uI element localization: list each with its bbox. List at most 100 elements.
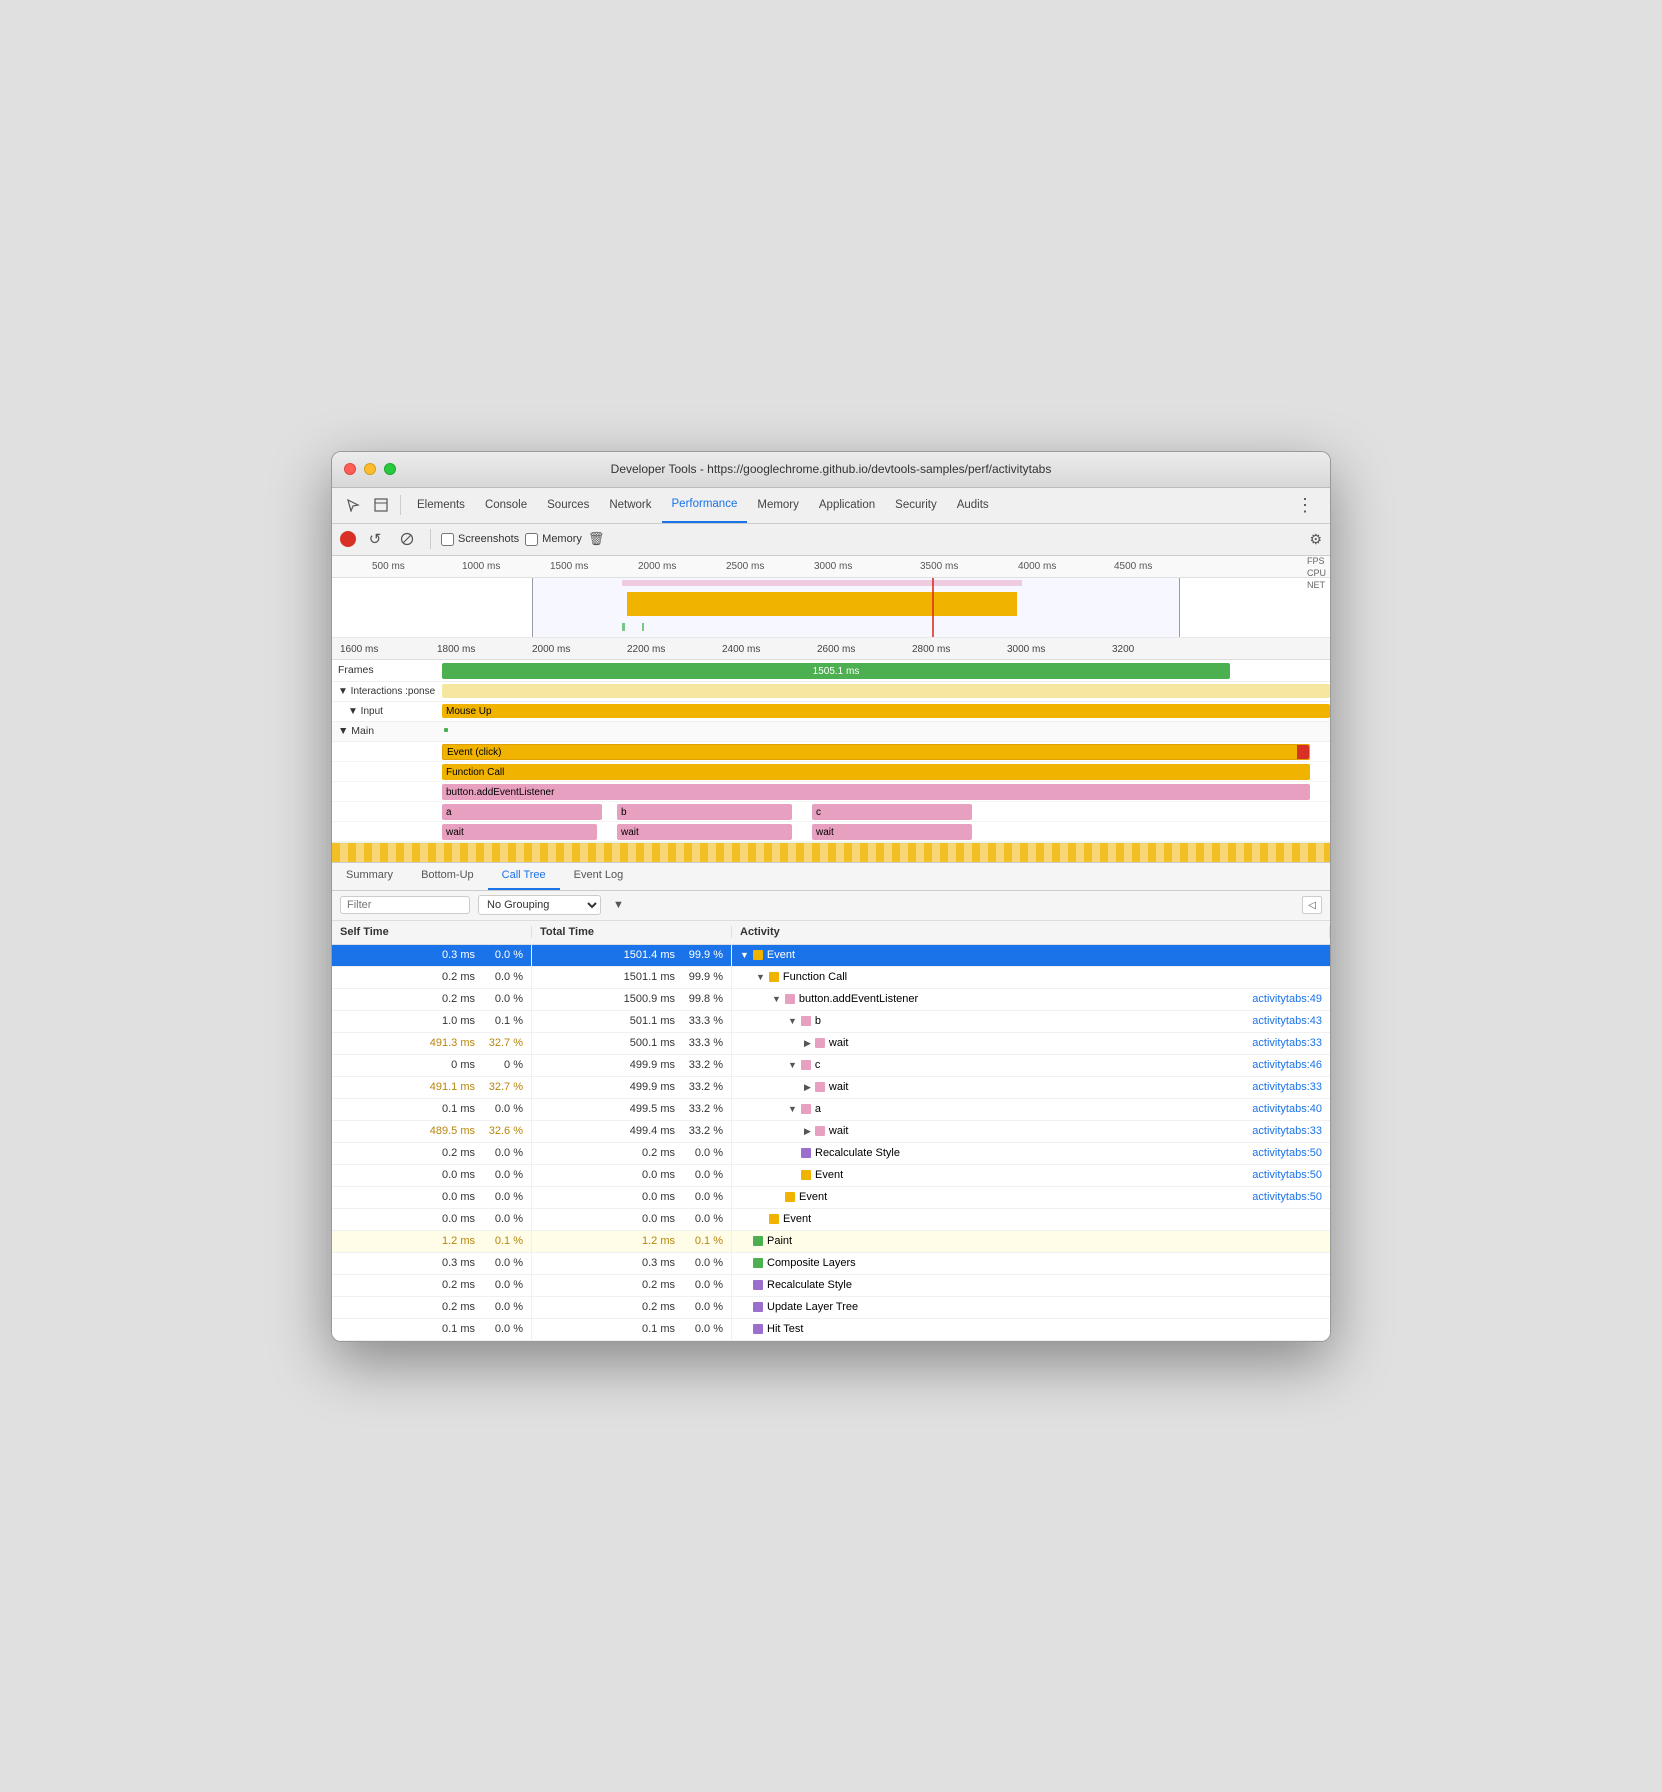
tab-network[interactable]: Network — [599, 487, 661, 523]
collapse-button[interactable]: ◁ — [1302, 896, 1322, 914]
r2-2800: 2800 ms — [912, 644, 950, 655]
table-header: Self Time Total Time Activity — [332, 921, 1330, 945]
tab-sources[interactable]: Sources — [537, 487, 599, 523]
expand-icon[interactable]: ▶ — [804, 1038, 811, 1049]
activity-link[interactable]: activitytabs:50 — [1252, 1191, 1322, 1203]
total-time-cell: 1500.9 ms99.8 % — [532, 989, 732, 1010]
maximize-button[interactable] — [384, 463, 396, 475]
table-row[interactable]: 1.0 ms0.1 % 501.1 ms33.3 % ▼ b activityt… — [332, 1011, 1330, 1033]
panel-icon[interactable] — [368, 492, 394, 518]
frame-marker — [932, 578, 934, 637]
tab-security[interactable]: Security — [885, 487, 947, 523]
minimize-button[interactable] — [364, 463, 376, 475]
self-time-cell: 0.3 ms 0.0 % — [332, 945, 532, 966]
settings-icon[interactable]: ⚙ — [1309, 531, 1322, 548]
activity-name: wait — [829, 1081, 849, 1093]
refresh-button[interactable]: ↺ — [362, 526, 388, 552]
table-row[interactable]: 0.0 ms0.0 % 0.0 ms0.0 % Event — [332, 1209, 1330, 1231]
table-row[interactable]: 0.2 ms0.0 % 0.2 ms0.0 % Update Layer Tre… — [332, 1297, 1330, 1319]
activity-cell: ▶ wait activitytabs:33 — [732, 1033, 1330, 1054]
activity-link[interactable]: activitytabs:33 — [1252, 1081, 1322, 1093]
expand-icon[interactable]: ▼ — [788, 1016, 797, 1026]
grouping-select[interactable]: No Grouping Group by Category Group by D… — [478, 895, 601, 915]
interactions-label: ▼ Interactions :ponse — [332, 686, 442, 697]
activity-cell: ▼ Event — [732, 945, 1330, 966]
tab-console[interactable]: Console — [475, 487, 537, 523]
table-row[interactable]: 0.2 ms0.0 % 1500.9 ms99.8 % ▼ button.add… — [332, 989, 1330, 1011]
tab-memory[interactable]: Memory — [747, 487, 809, 523]
table-row[interactable]: 0.2 ms0.0 % 1501.1 ms99.9 % ▼ Function C… — [332, 967, 1330, 989]
activity-name: c — [815, 1059, 821, 1071]
table-row[interactable]: 489.5 ms32.6 % 499.4 ms33.2 % ▶ wait act… — [332, 1121, 1330, 1143]
tab-application[interactable]: Application — [809, 487, 885, 523]
self-time-cell: 0.2 ms0.0 % — [332, 989, 532, 1010]
tab-audits[interactable]: Audits — [947, 487, 999, 523]
total-time-cell: 0.3 ms0.0 % — [532, 1253, 732, 1274]
tab-performance[interactable]: Performance — [662, 487, 748, 523]
r2-3000: 3000 ms — [1007, 644, 1045, 655]
activity-cell: ▼ b activitytabs:43 — [732, 1011, 1330, 1032]
activity-link[interactable]: activitytabs:46 — [1252, 1059, 1322, 1071]
activity-link[interactable]: activitytabs:49 — [1252, 993, 1322, 1005]
activity-link[interactable]: activitytabs:50 — [1252, 1169, 1322, 1181]
clear-button[interactable]: 🗑 — [588, 531, 605, 547]
activity-cell: ▼ a activitytabs:40 — [732, 1099, 1330, 1120]
activity-link[interactable]: activitytabs:33 — [1252, 1037, 1322, 1049]
table-row[interactable]: 0.1 ms0.0 % 0.1 ms0.0 % Hit Test — [332, 1319, 1330, 1341]
expand-icon[interactable]: ▼ — [788, 1104, 797, 1114]
long-task-marker — [1297, 745, 1309, 759]
close-button[interactable] — [344, 463, 356, 475]
activity-name: Event — [783, 1213, 811, 1225]
net-bar-2 — [642, 623, 644, 631]
more-tabs-icon[interactable]: ⋮ — [1288, 495, 1322, 516]
self-time-cell: 0.2 ms0.0 % — [332, 967, 532, 988]
activity-link[interactable]: activitytabs:40 — [1252, 1103, 1322, 1115]
activity-link[interactable]: activitytabs:33 — [1252, 1125, 1322, 1137]
self-time-cell: 0.3 ms0.0 % — [332, 1253, 532, 1274]
activity-link[interactable]: activitytabs:50 — [1252, 1147, 1322, 1159]
table-row[interactable]: 0.1 ms0.0 % 499.5 ms33.2 % ▼ a activityt… — [332, 1099, 1330, 1121]
activity-cell: Hit Test — [732, 1319, 1330, 1340]
activity-cell: Recalculate Style activitytabs:50 — [732, 1143, 1330, 1164]
expand-icon[interactable]: ▶ — [804, 1082, 811, 1093]
activity-name: Recalculate Style — [767, 1279, 852, 1291]
grouping-arrow: ▼ — [609, 899, 628, 911]
wait-a-bar: wait — [442, 824, 597, 840]
expand-icon[interactable]: ▶ — [804, 1126, 811, 1137]
table-row[interactable]: 0.3 ms 0.0 % 1501.4 ms 99.9 % ▼ Event — [332, 945, 1330, 967]
mini-chart[interactable] — [332, 578, 1330, 638]
tab-summary[interactable]: Summary — [332, 862, 407, 890]
table-row[interactable]: 0.2 ms0.0 % 0.2 ms0.0 % Recalculate Styl… — [332, 1143, 1330, 1165]
screenshots-checkbox[interactable]: Screenshots — [441, 533, 519, 546]
memory-checkbox[interactable]: Memory — [525, 533, 582, 546]
stop-button[interactable] — [394, 526, 420, 552]
bottom-tabs: Summary Bottom-Up Call Tree Event Log — [332, 863, 1330, 891]
table-row[interactable]: 0.3 ms0.0 % 0.3 ms0.0 % Composite Layers — [332, 1253, 1330, 1275]
tab-call-tree[interactable]: Call Tree — [488, 862, 560, 890]
expand-icon[interactable]: ▼ — [740, 950, 749, 960]
expand-icon[interactable]: ▼ — [772, 994, 781, 1004]
record-button[interactable] — [340, 531, 356, 547]
activity-link[interactable]: activitytabs:43 — [1252, 1015, 1322, 1027]
activity-cell: ▼ c activitytabs:46 — [732, 1055, 1330, 1076]
table-row[interactable]: 1.2 ms0.1 % 1.2 ms0.1 % Paint — [332, 1231, 1330, 1253]
r2-2400: 2400 ms — [722, 644, 760, 655]
filter-input[interactable] — [340, 896, 470, 914]
tab-elements[interactable]: Elements — [407, 487, 475, 523]
table-row[interactable]: 491.3 ms32.7 % 500.1 ms33.3 % ▶ wait act… — [332, 1033, 1330, 1055]
yellow-striped-bar — [332, 842, 1330, 862]
activity-cell: ▶ wait activitytabs:33 — [732, 1077, 1330, 1098]
function-call-row: . Function Call — [332, 762, 1330, 782]
expand-icon[interactable]: ▼ — [756, 972, 765, 982]
title-bar: Developer Tools - https://googlechrome.g… — [332, 452, 1330, 488]
cursor-icon[interactable] — [340, 492, 366, 518]
tab-bottom-up[interactable]: Bottom-Up — [407, 862, 488, 890]
table-row[interactable]: 0.0 ms0.0 % 0.0 ms0.0 % Event activityta… — [332, 1165, 1330, 1187]
table-row[interactable]: 0.0 ms0.0 % 0.0 ms0.0 % Event activityta… — [332, 1187, 1330, 1209]
table-row[interactable]: 491.1 ms32.7 % 499.9 ms33.2 % ▶ wait act… — [332, 1077, 1330, 1099]
table-row[interactable]: 0.2 ms0.0 % 0.2 ms0.0 % Recalculate Styl… — [332, 1275, 1330, 1297]
table-row[interactable]: 0 ms0 % 499.9 ms33.2 % ▼ c activitytabs:… — [332, 1055, 1330, 1077]
expand-icon[interactable]: ▼ — [788, 1060, 797, 1070]
ruler-label-500: 500 ms — [372, 561, 405, 572]
tab-event-log[interactable]: Event Log — [560, 862, 638, 890]
